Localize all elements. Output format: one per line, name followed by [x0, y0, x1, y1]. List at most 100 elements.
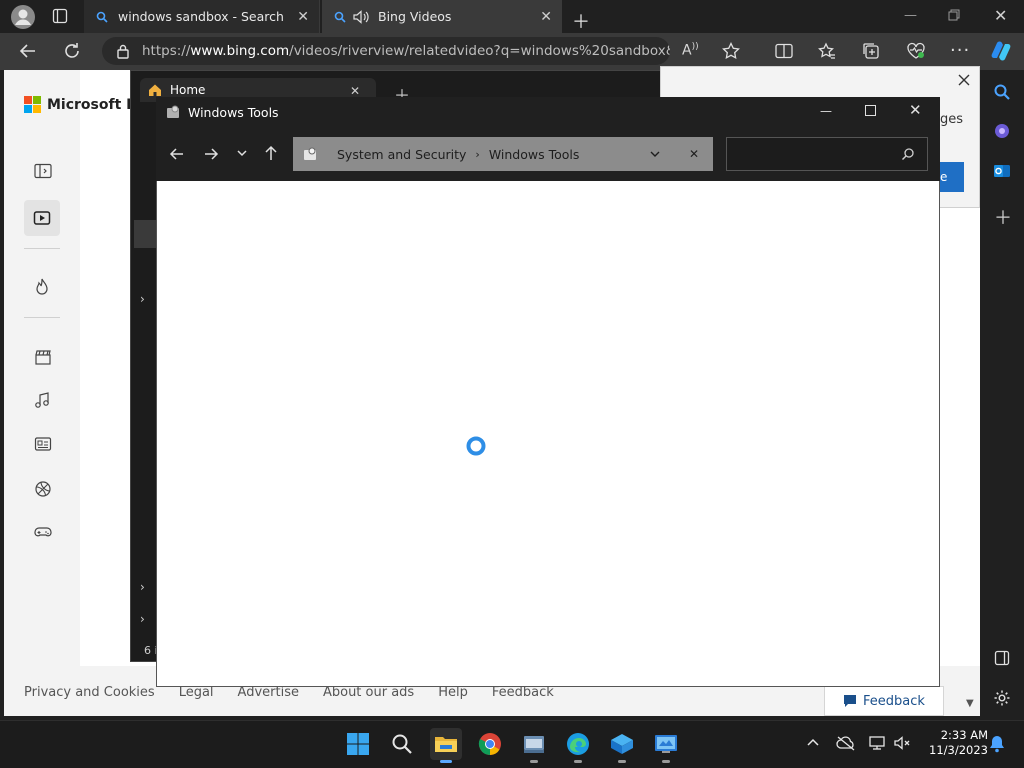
outlook-icon[interactable] [993, 162, 1011, 180]
running-app-indicator [662, 760, 670, 763]
search-icon [334, 11, 346, 23]
bing-brand-text: Microsoft Bing [47, 96, 133, 113]
network-icon[interactable] [868, 735, 886, 751]
address-bar[interactable]: https://www.bing.com/videos/riverview/re… [102, 37, 670, 65]
home-tab-label: Home [170, 83, 206, 97]
browser-essentials-icon[interactable] [906, 42, 926, 60]
read-aloud-icon[interactable]: A)) [682, 42, 699, 59]
close-tab-icon[interactable]: ✕ [350, 84, 360, 98]
file-explorer-icon[interactable] [430, 728, 462, 760]
onedrive-offline-icon[interactable] [836, 735, 856, 751]
close-window-icon[interactable]: ✕ [994, 6, 1007, 25]
panel-text: ges [940, 112, 964, 127]
loading-spinner-icon [465, 435, 487, 457]
breadcrumb-windows-tools[interactable]: Windows Tools [489, 147, 580, 162]
favorites-icon[interactable] [818, 42, 836, 60]
clock-date: 11/3/2023 [929, 743, 988, 757]
volume-muted-icon[interactable] [893, 735, 911, 751]
music-note-icon[interactable] [34, 392, 50, 410]
feedback-button[interactable]: Feedback [824, 686, 944, 716]
back-arrow-icon[interactable] [168, 145, 186, 163]
control-panel-icon[interactable] [650, 728, 682, 760]
windows-sandbox-icon[interactable] [518, 728, 550, 760]
split-screen-icon[interactable] [775, 43, 793, 59]
scroll-down-arrow-icon[interactable]: ▼ [966, 698, 978, 710]
restore-icon[interactable] [948, 9, 960, 21]
close-tab-icon[interactable]: ✕ [297, 9, 309, 25]
minimize-icon[interactable]: — [904, 8, 917, 23]
window-title: Windows Tools [188, 104, 279, 120]
close-window-icon[interactable]: ✕ [909, 101, 922, 119]
nav-item-highlight [134, 220, 156, 248]
rail-collapse-icon[interactable] [34, 163, 52, 179]
recent-locations-chevron-icon[interactable] [236, 148, 248, 158]
sidebar-add-icon[interactable]: ＋ [994, 204, 1012, 230]
edge-browser-icon[interactable] [562, 728, 594, 760]
expand-chevron-icon[interactable]: › [140, 292, 145, 306]
more-options-icon[interactable]: ··· [950, 40, 970, 61]
bing-logo[interactable]: Microsoft Bing [24, 96, 133, 113]
tab-windows-sandbox-search[interactable]: windows sandbox - Search ✕ [84, 0, 320, 33]
sports-ball-icon[interactable] [34, 480, 52, 498]
forward-arrow-icon[interactable] [202, 145, 220, 163]
news-icon[interactable] [34, 436, 52, 452]
footer-link-privacy[interactable]: Privacy and Cookies [24, 685, 155, 700]
trending-flame-icon[interactable] [34, 278, 50, 296]
rail-divider [24, 248, 60, 249]
running-app-indicator [530, 760, 538, 763]
url-prefix: https:// [142, 43, 191, 59]
movies-clapper-icon[interactable] [34, 348, 52, 366]
clear-address-icon[interactable]: ✕ [689, 147, 699, 161]
collections-icon[interactable] [862, 42, 880, 60]
settings-gear-icon[interactable] [993, 689, 1011, 707]
expand-chevron-icon[interactable]: › [140, 580, 145, 594]
start-windows-icon[interactable] [342, 728, 374, 760]
microsoft-logo-icon [24, 96, 41, 113]
search-icon [901, 147, 915, 161]
tab-label: Bing Videos [378, 9, 452, 24]
windows-tools-icon [166, 105, 180, 119]
new-tab-icon[interactable]: ＋ [572, 8, 590, 34]
clock-time: 2:33 AM [940, 728, 988, 742]
system-clock[interactable]: 2:33 AM 11/3/2023 [918, 728, 988, 758]
expand-chevron-icon[interactable]: › [140, 612, 145, 626]
gaming-controller-icon[interactable] [34, 524, 52, 540]
tab-bing-videos[interactable]: Bing Videos ✕ [322, 0, 562, 33]
minimize-icon[interactable]: — [820, 104, 832, 118]
lock-icon[interactable] [116, 43, 130, 59]
close-tab-icon[interactable]: ✕ [540, 9, 552, 25]
favorite-star-icon[interactable] [722, 42, 740, 60]
panel-button[interactable]: e [940, 162, 964, 192]
tab-actions-icon[interactable] [52, 8, 68, 24]
taskbar-search-icon[interactable] [386, 728, 418, 760]
chrome-icon[interactable] [474, 728, 506, 760]
url-host: www.bing.com [190, 43, 290, 59]
copilot-icon[interactable] [988, 38, 1014, 64]
home-icon [148, 83, 162, 97]
feedback-label: Feedback [863, 693, 925, 709]
breadcrumb-separator-icon: › [475, 147, 480, 161]
refresh-icon[interactable] [62, 41, 82, 61]
windows-tools-icon [303, 147, 317, 161]
sidebar-toggle-icon[interactable] [994, 650, 1010, 666]
address-dropdown-chevron-icon[interactable] [649, 149, 661, 159]
breadcrumb-system-security[interactable]: System and Security [337, 147, 466, 162]
rail-divider [24, 317, 60, 318]
profile-avatar[interactable] [10, 4, 36, 30]
sandbox-app-icon[interactable] [606, 728, 638, 760]
rail-videos-icon[interactable] [24, 200, 60, 236]
sidebar-search-icon[interactable] [993, 83, 1011, 101]
feedback-icon [844, 695, 857, 707]
explorer-search-input[interactable] [726, 137, 928, 171]
speaker-icon[interactable] [352, 9, 370, 25]
show-hidden-icons-chevron-icon[interactable] [806, 737, 820, 747]
active-app-indicator [440, 760, 452, 763]
maximize-icon[interactable] [865, 105, 876, 116]
address-breadcrumb[interactable]: System and Security › Windows Tools ✕ [293, 137, 713, 171]
notifications-bell-icon[interactable] [989, 735, 1005, 753]
running-app-indicator [618, 760, 626, 763]
close-icon[interactable] [956, 72, 972, 88]
up-arrow-icon[interactable] [262, 144, 280, 162]
sidebar-copilot-icon[interactable] [993, 122, 1011, 140]
back-icon[interactable] [18, 41, 38, 61]
